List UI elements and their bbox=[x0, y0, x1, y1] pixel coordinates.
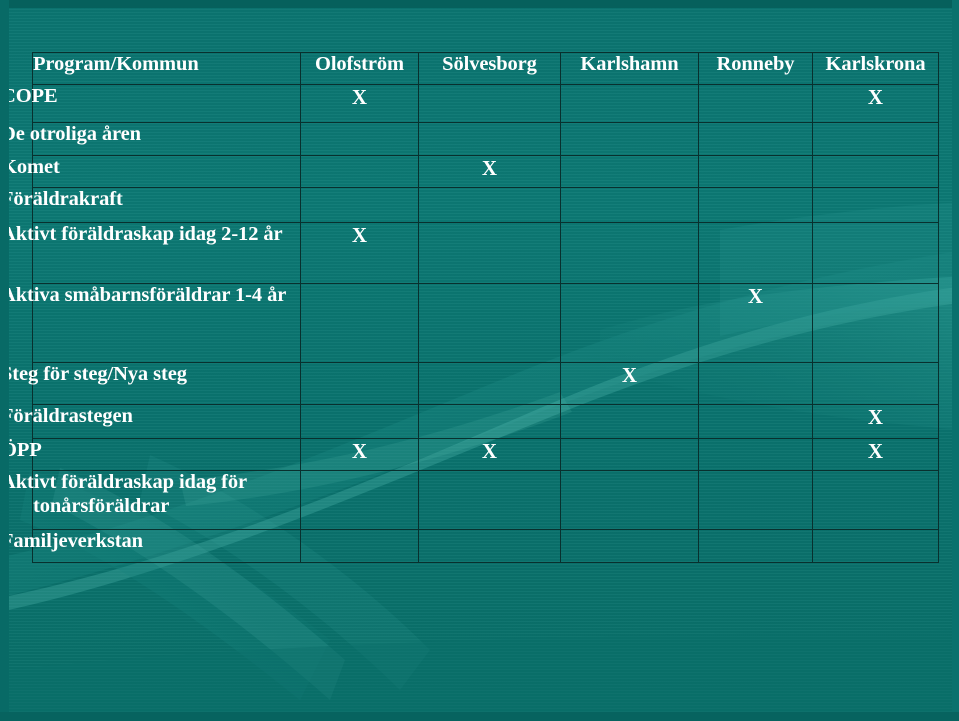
cell-mark bbox=[418, 404, 561, 439]
column-header-ronneby: Ronneby bbox=[698, 52, 813, 85]
row-label-program: Familjeverkstan bbox=[1, 529, 301, 563]
cell-mark bbox=[300, 155, 419, 188]
cell-mark: X bbox=[418, 155, 561, 188]
table-row: Aktivt föräldraskap idag för tonårsföräl… bbox=[1, 470, 939, 530]
cell-mark: X bbox=[698, 283, 813, 363]
cell-mark bbox=[812, 470, 939, 530]
row-label-program: De otroliga åren bbox=[1, 122, 301, 156]
cell-mark bbox=[560, 283, 699, 363]
cell-mark bbox=[418, 470, 561, 530]
cell-mark: X bbox=[812, 438, 939, 471]
cell-mark bbox=[560, 470, 699, 530]
cell-mark bbox=[560, 438, 699, 471]
cell-mark bbox=[560, 84, 699, 123]
slide-edge-right bbox=[952, 0, 959, 721]
cell-mark bbox=[812, 283, 939, 363]
table-row: ÖPP X X X bbox=[1, 438, 939, 471]
cell-mark bbox=[300, 122, 419, 156]
slide-edge-left bbox=[0, 0, 9, 721]
slide-canvas: Program/Kommun Olofström Sölvesborg Karl… bbox=[0, 0, 959, 721]
cell-mark bbox=[698, 529, 813, 563]
row-label-program: Steg för steg/Nya steg bbox=[1, 362, 301, 405]
cell-mark bbox=[418, 362, 561, 405]
table-row: Komet X bbox=[1, 155, 939, 188]
column-header-karlshamn: Karlshamn bbox=[560, 52, 699, 85]
row-label-program: COPE bbox=[1, 84, 301, 123]
cell-mark bbox=[418, 84, 561, 123]
cell-mark bbox=[418, 222, 561, 284]
cell-mark bbox=[560, 122, 699, 156]
table-row: Aktivt föräldraskap idag 2-12 år X bbox=[1, 222, 939, 284]
table-header-row: Program/Kommun Olofström Sölvesborg Karl… bbox=[32, 52, 939, 85]
cell-mark bbox=[812, 222, 939, 284]
cell-mark bbox=[698, 404, 813, 439]
cell-mark bbox=[698, 84, 813, 123]
cell-mark bbox=[560, 222, 699, 284]
row-label-program: Föräldrastegen bbox=[1, 404, 301, 439]
cell-mark bbox=[812, 187, 939, 223]
cell-mark bbox=[698, 122, 813, 156]
cell-mark: X bbox=[812, 404, 939, 439]
cell-mark: X bbox=[300, 222, 419, 284]
cell-mark bbox=[698, 362, 813, 405]
column-header-karlskrona: Karlskrona bbox=[812, 52, 939, 85]
cell-mark bbox=[300, 362, 419, 405]
cell-mark bbox=[698, 470, 813, 530]
table-row: COPE X X bbox=[1, 84, 939, 123]
row-label-program: Aktiva småbarnsföräldrar 1-4 år bbox=[1, 283, 301, 363]
cell-mark bbox=[300, 283, 419, 363]
cell-mark bbox=[560, 529, 699, 563]
cell-mark: X bbox=[560, 362, 699, 405]
cell-mark bbox=[812, 155, 939, 188]
cell-mark bbox=[418, 283, 561, 363]
cell-mark bbox=[418, 529, 561, 563]
table-row: Familjeverkstan bbox=[1, 529, 939, 563]
cell-mark bbox=[560, 155, 699, 188]
cell-mark bbox=[698, 438, 813, 471]
cell-mark bbox=[418, 122, 561, 156]
table-row: De otroliga åren bbox=[1, 122, 939, 156]
cell-mark: X bbox=[812, 84, 939, 123]
cell-mark: X bbox=[300, 84, 419, 123]
table-row: Föräldrakraft bbox=[1, 187, 939, 223]
program-municipality-matrix: Program/Kommun Olofström Sölvesborg Karl… bbox=[1, 52, 939, 563]
column-header-olofstrom: Olofström bbox=[300, 52, 419, 85]
table-row: Aktiva småbarnsföräldrar 1-4 år X bbox=[1, 283, 939, 363]
cell-mark bbox=[812, 529, 939, 563]
cell-mark bbox=[698, 187, 813, 223]
row-label-program: Komet bbox=[1, 155, 301, 188]
cell-mark bbox=[300, 470, 419, 530]
cell-mark bbox=[300, 187, 419, 223]
cell-mark bbox=[560, 404, 699, 439]
cell-mark bbox=[812, 122, 939, 156]
cell-mark bbox=[560, 187, 699, 223]
cell-mark bbox=[300, 529, 419, 563]
column-header-program: Program/Kommun bbox=[32, 52, 301, 85]
cell-mark: X bbox=[300, 438, 419, 471]
slide-edge-bottom bbox=[0, 712, 959, 721]
cell-mark bbox=[812, 362, 939, 405]
table-row: Steg för steg/Nya steg X bbox=[1, 362, 939, 405]
cell-mark bbox=[698, 155, 813, 188]
row-label-program: Aktivt föräldraskap idag 2-12 år bbox=[1, 222, 301, 284]
row-label-program: ÖPP bbox=[1, 438, 301, 471]
row-label-program: Aktivt föräldraskap idag för tonårsföräl… bbox=[1, 470, 301, 530]
cell-mark bbox=[300, 404, 419, 439]
cell-mark bbox=[418, 187, 561, 223]
column-header-solvesborg: Sölvesborg bbox=[418, 52, 561, 85]
table-row: Föräldrastegen X bbox=[1, 404, 939, 439]
cell-mark bbox=[698, 222, 813, 284]
row-label-program: Föräldrakraft bbox=[1, 187, 301, 223]
cell-mark: X bbox=[418, 438, 561, 471]
slide-edge-top bbox=[0, 0, 959, 8]
